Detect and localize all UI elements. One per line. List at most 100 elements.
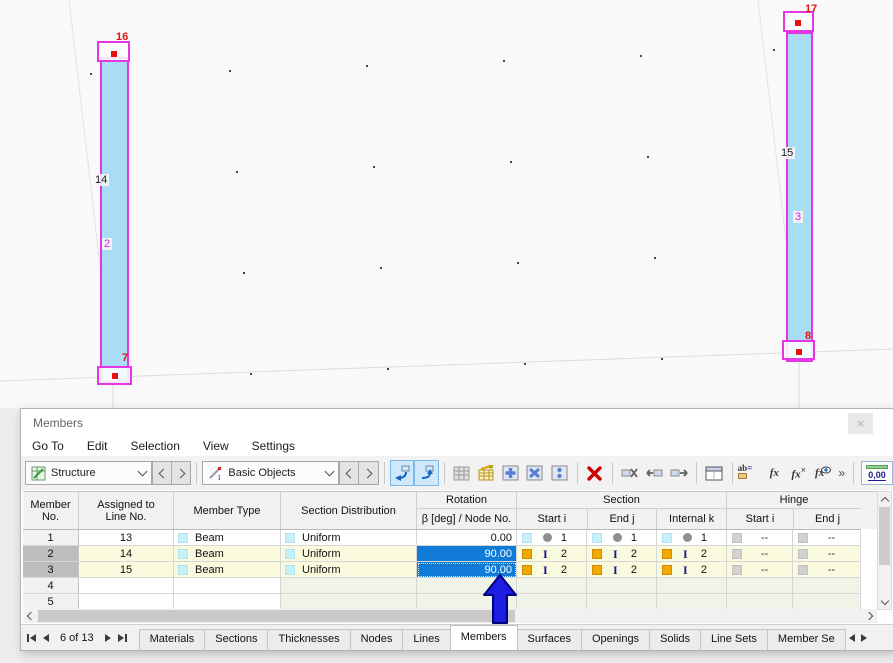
hinge-end-cell[interactable]: -- xyxy=(793,562,861,578)
hinge-start-cell[interactable] xyxy=(727,594,793,610)
view-prev-button[interactable] xyxy=(152,461,172,485)
member-type-cell[interactable]: Beam xyxy=(174,562,281,578)
assigned-line-cell[interactable]: 13 xyxy=(79,530,174,546)
section-distribution-cell[interactable] xyxy=(281,578,417,594)
hinge-end-cell[interactable]: -- xyxy=(793,530,861,546)
object-prev-button[interactable] xyxy=(339,461,360,485)
row-number-cell[interactable]: 2 xyxy=(23,546,79,562)
tab-thicknesses[interactable]: Thicknesses xyxy=(267,629,351,650)
row-number-cell[interactable]: 1 xyxy=(23,530,79,546)
section-internal-cell[interactable]: 1 xyxy=(657,530,727,546)
formula-visibility-button[interactable]: fx xyxy=(811,460,835,486)
scroll-right-button[interactable] xyxy=(863,609,877,623)
previous-table-button[interactable] xyxy=(43,633,49,642)
menu-goto[interactable]: Go To xyxy=(32,439,64,453)
row-options-button[interactable] xyxy=(547,460,571,486)
section-internal-cell[interactable] xyxy=(657,578,727,594)
insert-row-below-button[interactable] xyxy=(667,460,691,486)
section-internal-cell[interactable] xyxy=(657,594,727,610)
section-end-cell[interactable]: 1 xyxy=(587,530,657,546)
delete-button[interactable] xyxy=(583,460,607,486)
menu-selection[interactable]: Selection xyxy=(131,439,180,453)
scroll-up-button[interactable] xyxy=(878,492,891,506)
view-selector-dropdown[interactable]: Structure xyxy=(25,461,153,485)
next-table-button[interactable] xyxy=(104,633,111,642)
delete-row-button[interactable] xyxy=(618,460,642,486)
last-table-button[interactable] xyxy=(117,633,127,642)
horizontal-scrollbar-thumb[interactable] xyxy=(38,610,515,622)
tab-members[interactable]: Members xyxy=(449,625,518,650)
node-7-marker[interactable] xyxy=(112,373,118,379)
row-number-cell[interactable]: 5 xyxy=(23,594,79,610)
section-start-cell[interactable] xyxy=(517,578,587,594)
member-type-cell[interactable] xyxy=(174,578,281,594)
hinge-end-cell[interactable] xyxy=(793,578,861,594)
menu-edit[interactable]: Edit xyxy=(87,439,108,453)
panel-view-button[interactable] xyxy=(702,460,726,486)
section-end-cell[interactable]: I 2 xyxy=(587,562,657,578)
row-number-cell[interactable]: 3 xyxy=(23,562,79,578)
tab-sections[interactable]: Sections xyxy=(204,629,269,650)
section-start-cell[interactable]: I 2 xyxy=(517,562,587,578)
section-distribution-cell[interactable]: Uniform xyxy=(281,530,417,546)
member-3-body[interactable] xyxy=(786,32,813,362)
row-number-cell[interactable]: 4 xyxy=(23,578,79,594)
section-distribution-cell[interactable]: Uniform xyxy=(281,562,417,578)
tab-surfaces[interactable]: Surfaces xyxy=(516,629,582,650)
hinge-start-cell[interactable]: -- xyxy=(727,562,793,578)
tab-materials[interactable]: Materials xyxy=(138,629,206,650)
section-end-cell[interactable] xyxy=(587,594,657,610)
object-selector-dropdown[interactable]: I Basic Objects xyxy=(202,461,340,485)
menu-settings[interactable]: Settings xyxy=(252,439,295,453)
assigned-line-cell[interactable]: 14 xyxy=(79,546,174,562)
first-table-button[interactable] xyxy=(27,633,36,642)
view-next-button[interactable] xyxy=(171,461,192,485)
object-next-button[interactable] xyxy=(359,461,379,485)
node-16-marker[interactable] xyxy=(111,51,117,57)
section-internal-cell[interactable]: I 2 xyxy=(657,562,727,578)
tab-member-sets[interactable]: Member Se xyxy=(766,629,846,650)
hinge-end-cell[interactable] xyxy=(793,594,861,610)
section-end-cell[interactable]: I 2 xyxy=(587,546,657,562)
rename-button[interactable]: ab= xyxy=(737,460,762,486)
edit-table-button[interactable] xyxy=(474,460,498,486)
toolbar-overflow-button[interactable]: » xyxy=(835,466,848,480)
tab-solids[interactable]: Solids xyxy=(649,629,702,650)
horizontal-scrollbar[interactable] xyxy=(23,609,877,623)
node-8-marker[interactable] xyxy=(796,349,802,355)
assigned-line-cell[interactable] xyxy=(79,594,174,610)
member-type-cell[interactable] xyxy=(174,594,281,610)
formula-button[interactable]: fx xyxy=(762,460,786,486)
formula-delete-button[interactable]: fx× xyxy=(787,460,811,486)
decimal-places-button[interactable]: 0,00 xyxy=(861,461,893,485)
menu-view[interactable]: View xyxy=(203,439,229,453)
sync-table-to-graphics-button[interactable] xyxy=(414,460,439,486)
assigned-line-cell[interactable]: 15 xyxy=(79,562,174,578)
tab-lines[interactable]: Lines xyxy=(402,629,451,650)
section-start-cell[interactable] xyxy=(517,594,587,610)
member-type-cell[interactable]: Beam xyxy=(174,546,281,562)
scroll-down-button[interactable] xyxy=(878,595,891,609)
section-distribution-cell[interactable] xyxy=(281,594,417,610)
hinge-end-cell[interactable]: -- xyxy=(793,546,861,562)
tab-scroll-left-button[interactable] xyxy=(848,633,855,642)
section-internal-cell[interactable]: I 2 xyxy=(657,546,727,562)
hinge-start-cell[interactable]: -- xyxy=(727,530,793,546)
vertical-scrollbar[interactable] xyxy=(877,491,892,610)
tab-scroll-right-button[interactable] xyxy=(860,633,867,642)
vertical-scrollbar-thumb[interactable] xyxy=(879,507,890,565)
clear-row-button[interactable] xyxy=(523,460,547,486)
tab-openings[interactable]: Openings xyxy=(580,629,651,650)
tab-nodes[interactable]: Nodes xyxy=(349,629,404,650)
close-button[interactable]: × xyxy=(848,413,873,434)
insert-row-above-button[interactable] xyxy=(642,460,666,486)
member-2-body[interactable] xyxy=(100,57,129,383)
section-end-cell[interactable] xyxy=(587,578,657,594)
section-distribution-cell[interactable]: Uniform xyxy=(281,546,417,562)
add-row-button[interactable] xyxy=(498,460,522,486)
tab-line-sets[interactable]: Line Sets xyxy=(700,629,768,650)
hinge-start-cell[interactable] xyxy=(727,578,793,594)
scroll-left-button[interactable] xyxy=(23,609,37,623)
model-viewport[interactable]: 16 14 2 7 17 15 3 8 xyxy=(0,0,893,408)
assigned-line-cell[interactable] xyxy=(79,578,174,594)
